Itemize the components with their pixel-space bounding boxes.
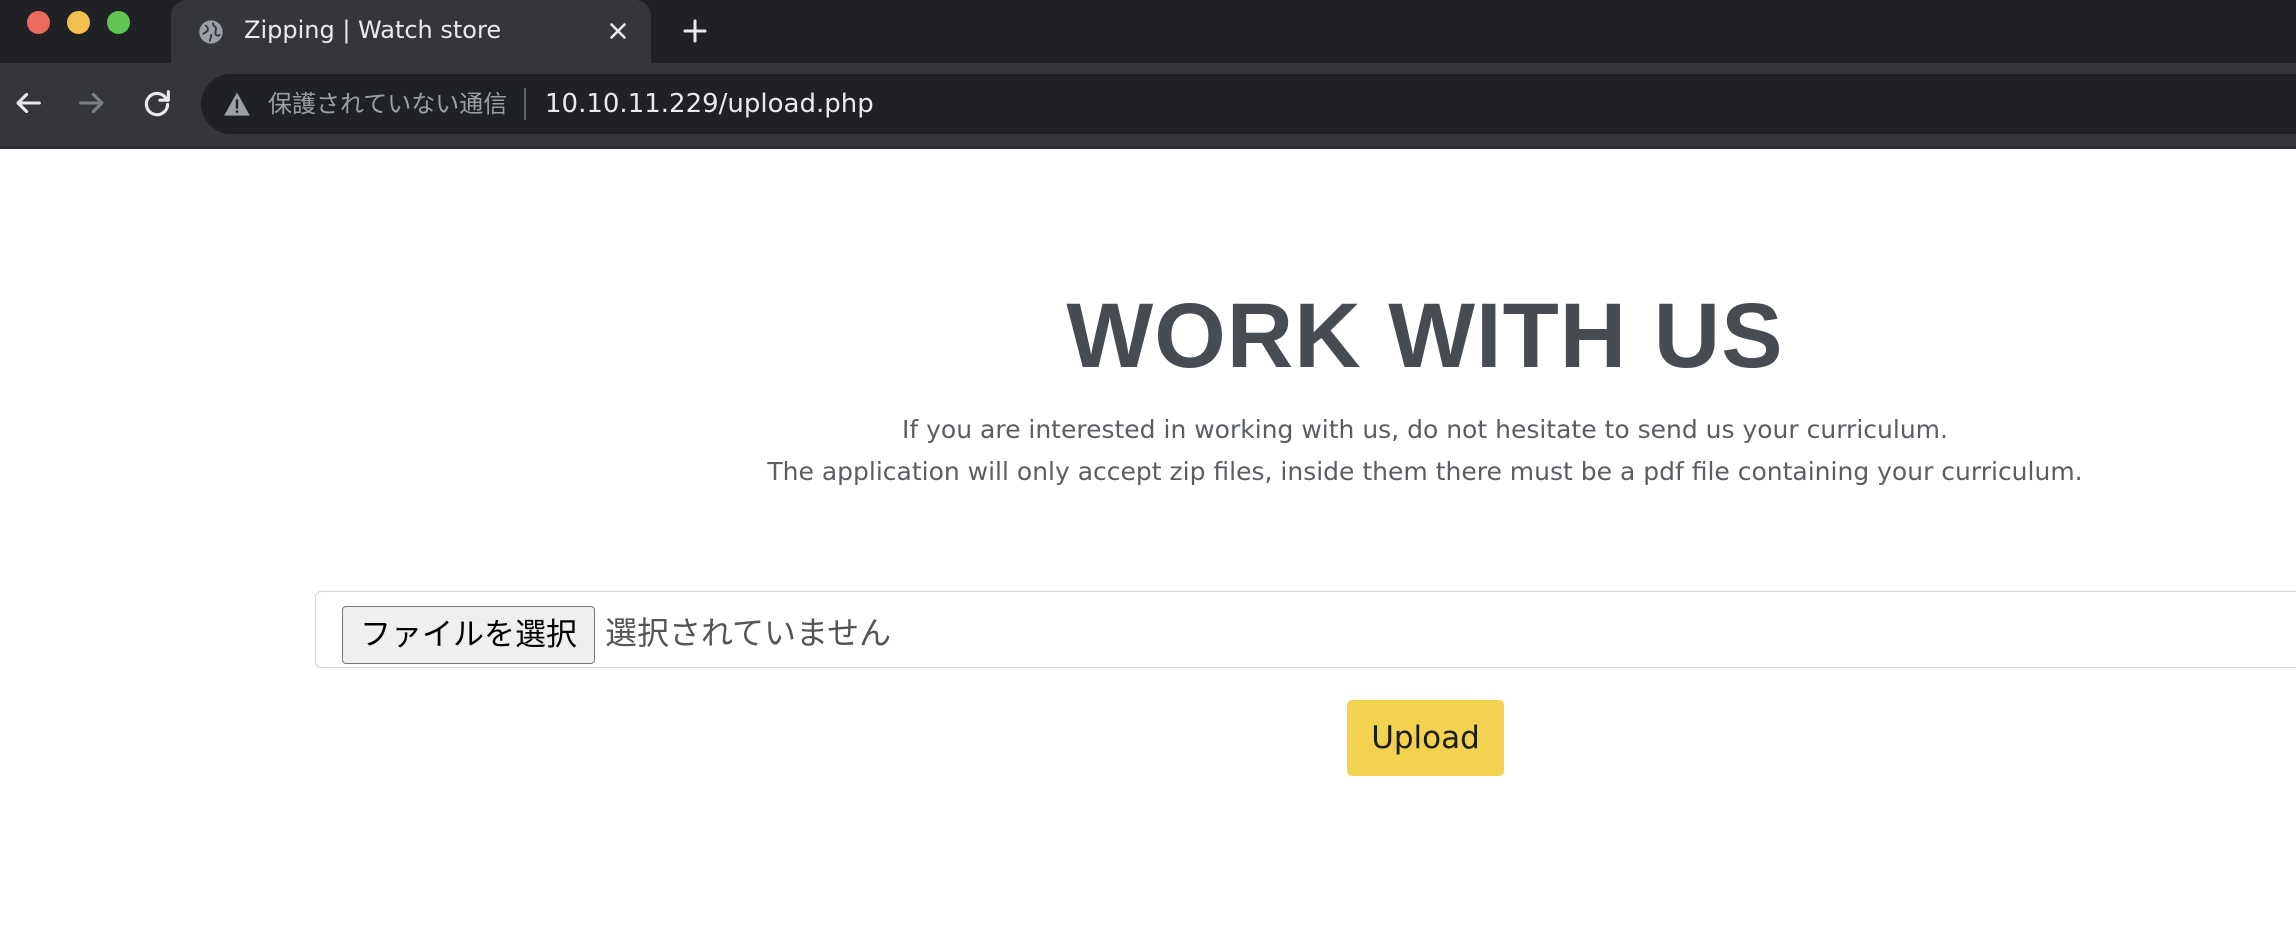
omnibox-divider bbox=[524, 88, 526, 120]
file-input[interactable]: ファイルを選択 選択されていません bbox=[315, 591, 2296, 668]
window-minimize-button[interactable] bbox=[67, 11, 90, 34]
choose-file-button[interactable]: ファイルを選択 bbox=[342, 606, 595, 664]
arrow-left-icon[interactable] bbox=[11, 86, 45, 120]
address-bar[interactable]: 保護されていない通信 10.10.11.229/upload.php bbox=[201, 74, 2296, 134]
page-content: WORK WITH US If you are interested in wo… bbox=[0, 149, 2296, 934]
reload-icon[interactable] bbox=[140, 86, 174, 120]
description-line-2: The application will only accept zip fil… bbox=[767, 457, 2083, 486]
browser-chrome: Zipping | Watch store 保護されていない通信 10.10.1… bbox=[0, 0, 2296, 149]
close-icon[interactable] bbox=[605, 18, 631, 44]
globe-icon bbox=[199, 20, 223, 44]
security-status-label[interactable]: 保護されていない通信 bbox=[268, 87, 507, 121]
tab-strip: Zipping | Watch store bbox=[0, 0, 2296, 63]
window-maximize-button[interactable] bbox=[107, 11, 130, 34]
active-tab[interactable]: Zipping | Watch store bbox=[171, 0, 651, 63]
upload-button[interactable]: Upload bbox=[1347, 700, 1504, 776]
warning-icon[interactable] bbox=[223, 91, 251, 117]
plus-icon[interactable] bbox=[680, 16, 710, 46]
arrow-right-icon[interactable] bbox=[75, 86, 109, 120]
tab-title: Zipping | Watch store bbox=[244, 16, 502, 44]
description-line-1: If you are interested in working with us… bbox=[902, 415, 1948, 444]
window-close-button[interactable] bbox=[27, 11, 50, 34]
browser-toolbar: 保護されていない通信 10.10.11.229/upload.php bbox=[0, 63, 2296, 149]
url-text[interactable]: 10.10.11.229/upload.php bbox=[545, 87, 874, 121]
page-title: WORK WITH US bbox=[1066, 285, 1784, 387]
file-status-text: 選択されていません bbox=[605, 614, 892, 652]
